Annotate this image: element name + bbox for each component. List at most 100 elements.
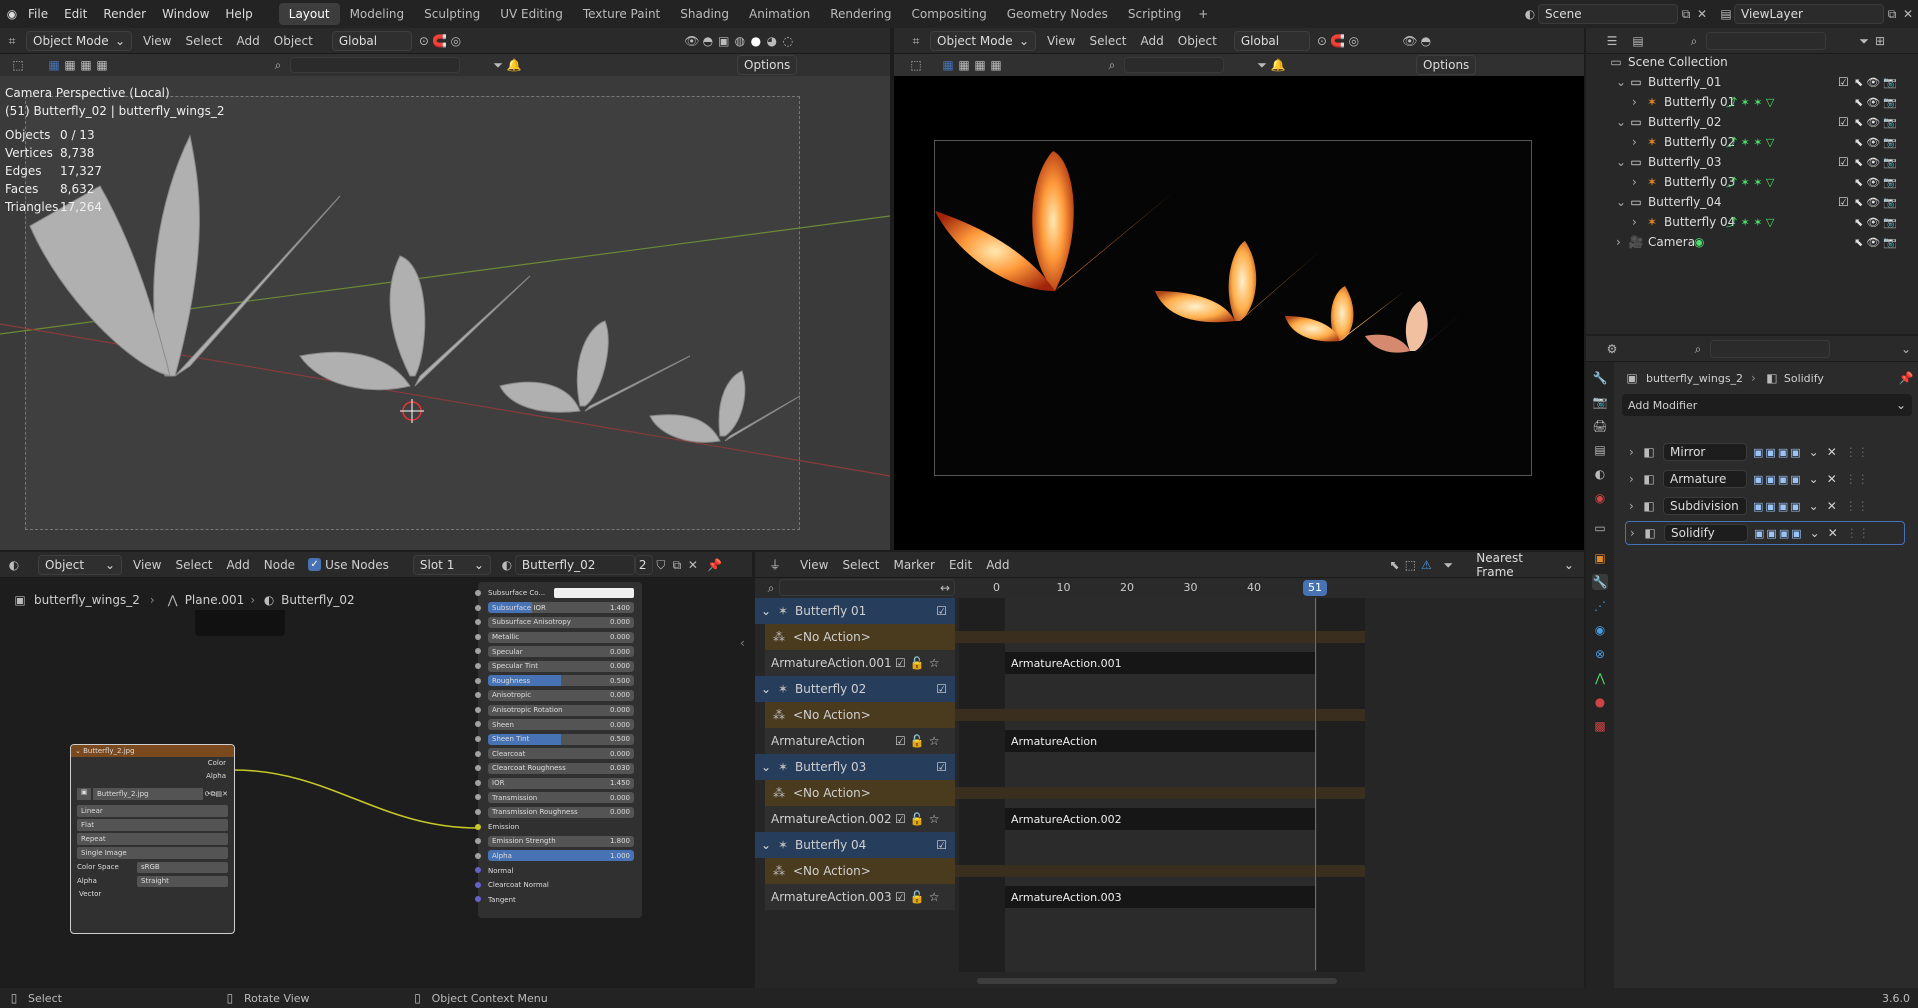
bsdf-value-field[interactable]: IOR 1.450 <box>488 777 634 789</box>
outliner-row-butterfly-04[interactable]: › ✶ Butterfly 04 ⤴ ✶ ✶ ▽ ⬉👁📷 <box>1586 212 1918 232</box>
render-icon[interactable]: ▣ <box>1790 473 1802 486</box>
no-action-row[interactable]: ⁂ <No Action> <box>765 858 955 884</box>
swap-icon[interactable]: ↔ <box>937 580 953 596</box>
menu-add[interactable]: Add <box>979 558 1016 572</box>
eye-icon[interactable]: 👁 <box>1866 196 1883 209</box>
bsdf-input-subsurface-co[interactable]: Subsurface Co... <box>475 586 642 601</box>
bsdf-input-sheen-tint[interactable]: Sheen Tint 0.500 <box>475 732 642 747</box>
expand-arrow-icon[interactable]: › <box>1632 175 1644 189</box>
tool-tab-icon[interactable]: 🔧 <box>1592 370 1608 386</box>
shading-wire-icon[interactable]: ◍ <box>732 33 748 49</box>
remove-modifier-icon[interactable]: ✕ <box>1827 472 1837 486</box>
snap-dropdown[interactable]: Nearest Frame ⌄ <box>1470 552 1580 579</box>
select-box-icon[interactable]: ▦ <box>46 57 62 73</box>
select-toggle-icon[interactable]: ⬉ <box>1854 196 1866 209</box>
input-socket-icon[interactable] <box>475 823 481 830</box>
bsdf-input-metallic[interactable]: Metallic 0.000 <box>475 630 642 645</box>
render-icon[interactable]: ▣ <box>1791 527 1803 540</box>
menu-marker[interactable]: Marker <box>886 558 941 572</box>
action-enable-checkbox[interactable]: ☑ <box>895 812 906 826</box>
vector-input[interactable]: Vector <box>79 890 226 898</box>
render-toggle-icon[interactable]: 📷 <box>1883 196 1900 209</box>
proportional-icon[interactable]: ◎ <box>1346 33 1362 49</box>
viewport-search-input[interactable] <box>1124 57 1224 73</box>
properties-search-input[interactable] <box>1710 339 1830 358</box>
editor-type-icon[interactable]: ⚙ <box>1604 341 1620 357</box>
outliner-row-butterfly-02[interactable]: › ✶ Butterfly 02 ⤴ ✶ ✶ ▽ ⬉👁📷 <box>1586 132 1918 152</box>
modifier-subdivision[interactable]: › ◧ Subdivision ▣▣▣▣ ⌄ ✕ ⋮⋮ <box>1625 494 1905 518</box>
options-button[interactable]: Options <box>1416 55 1477 75</box>
input-socket-icon[interactable] <box>475 765 481 772</box>
menu-object[interactable]: Object <box>267 34 320 48</box>
search-icon[interactable]: ⌕ <box>1686 33 1702 49</box>
push-down-icon[interactable]: ☆ <box>929 890 940 904</box>
input-socket-icon[interactable] <box>475 677 481 684</box>
interpolation-dropdown[interactable]: Linear <box>77 805 228 817</box>
edit-cage-icon[interactable]: ▣ <box>1753 473 1765 486</box>
action-lock-icon[interactable]: 🔓 <box>910 890 925 904</box>
input-socket-icon[interactable] <box>475 633 481 640</box>
viewport-icon[interactable]: ▣ <box>1778 500 1790 513</box>
input-socket-icon[interactable] <box>475 838 481 845</box>
horizontal-scrollbar[interactable] <box>977 978 1337 984</box>
include-checkbox[interactable]: ☑ <box>1838 155 1849 169</box>
tab-animation[interactable]: Animation <box>739 3 820 25</box>
drag-handle-icon[interactable]: ⋮⋮ <box>1845 445 1869 459</box>
select-extend-icon[interactable]: ▦ <box>62 57 78 73</box>
include-checkbox[interactable]: ☑ <box>1838 115 1849 129</box>
expand-arrow-icon[interactable]: ⌄ <box>1616 155 1628 169</box>
viewport-left[interactable]: ⌗ Object Mode ⌄ View Select Add Object Globa… <box>0 28 890 550</box>
eye-icon[interactable]: 👁 <box>1866 96 1883 109</box>
filter-icon[interactable]: ⏷ <box>1254 57 1270 73</box>
expand-arrow-icon[interactable]: ⌄ <box>761 760 775 774</box>
nla-track-butterfly-03[interactable]: ⌄ ✶ Butterfly 03 ☑ <box>755 754 955 780</box>
options-button[interactable]: Options <box>737 55 798 75</box>
action-strip[interactable]: ArmatureAction.001 <box>1005 652 1315 674</box>
push-down-icon[interactable]: ☆ <box>929 656 940 670</box>
bsdf-input-transmission[interactable]: Transmission 0.000 <box>475 790 642 805</box>
show-errors-icon[interactable]: ⚠ <box>1418 557 1434 573</box>
bsdf-input-sheen[interactable]: Sheen 0.000 <box>475 717 642 732</box>
editor-type-icon[interactable]: ⌗ <box>4 33 20 49</box>
world-tab-icon[interactable]: ◉ <box>1592 490 1608 506</box>
source-dropdown[interactable]: Single Image <box>77 847 228 859</box>
drag-handle-icon[interactable]: ⋮⋮ <box>1845 499 1869 513</box>
select-subtract-icon[interactable]: ▦ <box>78 57 94 73</box>
input-socket-icon[interactable] <box>475 867 481 874</box>
input-socket-icon[interactable] <box>475 619 481 626</box>
nla-search-input[interactable] <box>779 579 955 596</box>
mirror-name-field[interactable]: Mirror <box>1663 443 1747 461</box>
menu-object[interactable]: Object <box>1171 34 1224 48</box>
edit-cage-icon[interactable]: ▣ <box>1753 446 1765 459</box>
action-track-row[interactable]: ArmatureAction.001 ☑ 🔓 ☆ <box>765 650 955 676</box>
select-invert-icon[interactable]: ▦ <box>94 57 110 73</box>
modifier-mirror[interactable]: › ◧ Mirror ▣▣▣▣ ⌄ ✕ ⋮⋮ <box>1625 440 1905 464</box>
remove-modifier-icon[interactable]: ✕ <box>1827 445 1837 459</box>
edit-cage-icon[interactable]: ▣ <box>1753 500 1765 513</box>
editor-type-icon[interactable]: ☰ <box>1604 33 1620 49</box>
principled-bsdf-node[interactable]: Subsurface Co... Subsurface IOR 1.400 Subsu… <box>475 582 642 918</box>
search-icon[interactable]: ⌕ <box>1104 57 1120 73</box>
bsdf-value-field[interactable]: Alpha 1.000 <box>488 850 634 862</box>
no-action-row[interactable]: ⁂ <No Action> <box>765 702 955 728</box>
bsdf-input-subsurface-anisotropy[interactable]: Subsurface Anisotropy 0.000 <box>475 615 642 630</box>
search-icon[interactable]: ⌕ <box>1690 341 1706 357</box>
outliner-row-camera[interactable]: › 🎥 Camera ◉ ⬉👁📷 <box>1586 232 1918 252</box>
input-socket-icon[interactable] <box>475 721 481 728</box>
tab-sculpting[interactable]: Sculpting <box>414 3 490 25</box>
bsdf-value-field[interactable]: Emission Strength 1.800 <box>488 835 634 847</box>
filter-icon[interactable]: ⏷ <box>1440 557 1456 573</box>
scene-collection-row[interactable]: ▭ Scene Collection <box>1586 52 1918 72</box>
action-lock-icon[interactable]: 🔓 <box>910 734 925 748</box>
subdivision-name-field[interactable]: Subdivision <box>1663 497 1747 515</box>
expand-arrow-icon[interactable]: ⌄ <box>761 682 775 696</box>
options-chevron-icon[interactable]: ⌄ <box>1898 341 1914 357</box>
include-checkbox[interactable]: ☑ <box>1838 75 1849 89</box>
overlay-icon[interactable]: ◓ <box>700 33 716 49</box>
search-icon[interactable]: ⌕ <box>763 580 779 596</box>
warning-icon[interactable]: 🔔 <box>1270 57 1286 73</box>
color-swatch[interactable] <box>554 588 634 599</box>
editmode-icon[interactable]: ▣ <box>1766 527 1778 540</box>
bsdf-value-field[interactable]: Clearcoat Roughness 0.030 <box>488 762 634 774</box>
outliner-row-butterfly-01[interactable]: ⌄ ▭ Butterfly_01 ☑ ⬉👁📷 <box>1586 72 1918 92</box>
